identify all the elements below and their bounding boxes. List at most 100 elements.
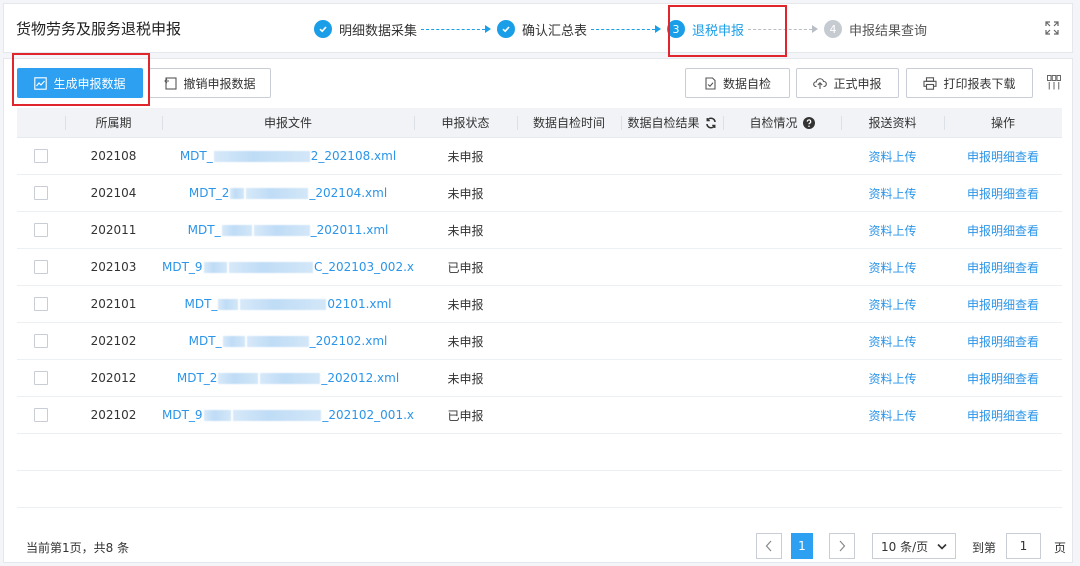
view-detail-link[interactable]: 申报明细查看 (944, 212, 1062, 248)
period-cell: 202108 (90, 149, 137, 163)
view-detail-link[interactable]: 申报明细查看 (944, 397, 1062, 433)
prev-page-button[interactable] (756, 533, 782, 559)
redacted-blur (229, 261, 313, 273)
refresh-icon[interactable] (705, 117, 717, 129)
row-checkbox[interactable] (34, 223, 48, 237)
help-icon[interactable] (802, 116, 815, 129)
file-suffix: 02101.xml (327, 297, 392, 311)
goto-page-input[interactable]: 1 (1006, 533, 1041, 559)
col-header: 数据自检结果 (627, 116, 700, 130)
upload-link[interactable]: 资料上传 (841, 249, 944, 285)
upload-link[interactable]: 资料上传 (841, 286, 944, 322)
col-header-selfcheck-result: 数据自检结果 (621, 108, 723, 137)
period-cell: 202104 (90, 186, 137, 200)
col-header: 申报状态 (414, 108, 517, 137)
row-checkbox[interactable] (34, 334, 48, 348)
file-suffix: C_202103_002.x (313, 260, 414, 274)
file-link[interactable]: MDT_ _202011.xml (162, 212, 414, 248)
file-link[interactable]: MDT_9 _202102_001.x (162, 397, 414, 433)
period-cell: 202103 (90, 260, 137, 274)
table-header: 所属期 申报文件 申报状态 数据自检时间 数据自检结果 自检情况 报送资料 操作 (17, 108, 1062, 138)
file-prefix: MDT_9 (162, 260, 203, 274)
page-size-select[interactable]: 10 条/页 (872, 533, 956, 559)
page-number-button[interactable]: 1 (791, 533, 813, 559)
step-label: 明细数据采集 (339, 23, 418, 39)
row-checkbox-cell (17, 138, 65, 174)
upload-link[interactable]: 资料上传 (841, 138, 944, 174)
view-detail-link[interactable]: 申报明细查看 (944, 323, 1062, 359)
self-check-label: 数据自检 (722, 76, 771, 91)
col-header-selfcheck-status: 自检情况 (723, 108, 841, 137)
selfcheck-result-cell (621, 249, 723, 285)
table-row: 202012 MDT_2 _202012.xml 未申报 资料上传 申报明细查看 (17, 360, 1062, 397)
next-page-button[interactable] (829, 533, 855, 559)
selfcheck-time-cell (517, 286, 621, 322)
file-link[interactable]: MDT_ 2_202108.xml (162, 138, 414, 174)
upload-link[interactable]: 资料上传 (841, 212, 944, 248)
redacted-blur (218, 298, 239, 310)
step-progress: 明细数据采集 确认汇总表 3 退税申报 4 申报结果查询 (314, 4, 927, 54)
file-prefix: MDT_ (184, 297, 218, 311)
redacted-blur (253, 224, 310, 236)
col-header: 操作 (944, 108, 1062, 137)
selfcheck-time-cell (517, 212, 621, 248)
revoke-data-button[interactable]: 撤销申报数据 (149, 68, 271, 98)
file-prefix: MDT_ (188, 334, 222, 348)
formal-declare-button[interactable]: 正式申报 (796, 68, 899, 98)
status-cell: 未申报 (447, 334, 484, 349)
step-result-query[interactable]: 4 申报结果查询 (824, 20, 927, 39)
row-checkbox[interactable] (34, 408, 48, 422)
row-checkbox[interactable] (34, 149, 48, 163)
redacted-blur (230, 187, 245, 199)
row-checkbox-cell (17, 175, 65, 211)
view-detail-link[interactable]: 申报明细查看 (944, 138, 1062, 174)
file-link[interactable]: MDT_2 _202104.xml (162, 175, 414, 211)
upload-cloud-icon (813, 77, 828, 90)
selfcheck-status-cell (723, 360, 841, 396)
printer-icon (923, 76, 938, 90)
goto-label: 到第 (972, 541, 997, 555)
redacted-blur (232, 409, 322, 421)
col-header: 数据自检时间 (517, 108, 621, 137)
file-link[interactable]: MDT_2 _202012.xml (162, 360, 414, 396)
file-link[interactable]: MDT_ 02101.xml (162, 286, 414, 322)
row-checkbox[interactable] (34, 371, 48, 385)
row-checkbox[interactable] (34, 297, 48, 311)
period-cell: 202012 (90, 371, 137, 385)
selfcheck-time-cell (517, 138, 621, 174)
file-suffix: _202104.xml (309, 186, 388, 200)
file-suffix: _202102_001.x (322, 408, 414, 422)
step-confirm-summary[interactable]: 确认汇总表 (497, 20, 587, 39)
file-prefix: MDT_2 (176, 371, 218, 385)
view-detail-link[interactable]: 申报明细查看 (944, 175, 1062, 211)
column-settings-icon[interactable] (1047, 75, 1061, 93)
page-size-value: 10 条/页 (881, 539, 929, 554)
file-link[interactable]: MDT_9 C_202103_002.x (162, 249, 414, 285)
formal-declare-label: 正式申报 (833, 76, 882, 91)
fullscreen-icon[interactable] (1044, 20, 1060, 36)
col-header: 报送资料 (841, 108, 944, 137)
check-doc-icon (704, 76, 717, 90)
redacted-blur (240, 298, 327, 310)
view-detail-link[interactable]: 申报明细查看 (944, 286, 1062, 322)
row-checkbox-cell (17, 212, 65, 248)
row-checkbox[interactable] (34, 186, 48, 200)
print-download-button[interactable]: 打印报表下载 (906, 68, 1033, 98)
view-detail-link[interactable]: 申报明细查看 (944, 360, 1062, 396)
self-check-button[interactable]: 数据自检 (685, 68, 790, 98)
period-cell: 202101 (90, 297, 137, 311)
upload-link[interactable]: 资料上传 (841, 397, 944, 433)
period-cell: 202102 (90, 334, 137, 348)
upload-link[interactable]: 资料上传 (841, 323, 944, 359)
upload-link[interactable]: 资料上传 (841, 360, 944, 396)
status-cell: 未申报 (447, 297, 484, 312)
view-detail-link[interactable]: 申报明细查看 (944, 249, 1062, 285)
row-checkbox[interactable] (34, 260, 48, 274)
main-panel: 生成申报数据 撤销申报数据 数据自检 正式申报 打印报表下载 所属期 申报文件 (3, 58, 1073, 563)
file-link[interactable]: MDT_ _202102.xml (162, 323, 414, 359)
step-detail-collection[interactable]: 明细数据采集 (314, 20, 417, 39)
selfcheck-status-cell (723, 175, 841, 211)
upload-link[interactable]: 资料上传 (841, 175, 944, 211)
page-title: 货物劳务及服务退税申报 (16, 20, 182, 38)
selfcheck-status-cell (723, 323, 841, 359)
